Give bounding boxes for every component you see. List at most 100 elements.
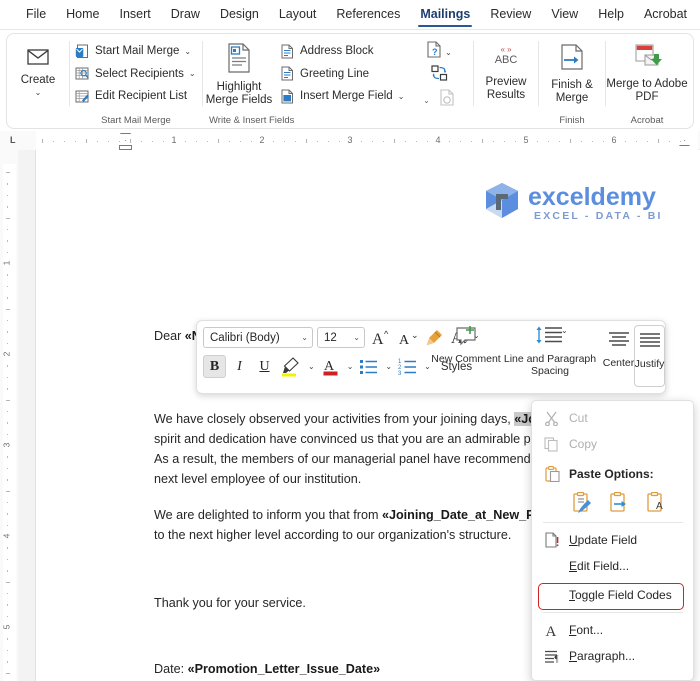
highlight-merge-fields-button[interactable]: Highlight Merge Fields — [203, 34, 275, 110]
tab-layout[interactable]: Layout — [269, 3, 327, 26]
vertical-ruler-tick-dot — [7, 331, 9, 333]
rules-button[interactable]: ? ⌄ — [426, 41, 452, 62]
shrink-font-button[interactable]: A ⌄ — [396, 326, 419, 349]
italic-button[interactable]: I — [228, 355, 251, 378]
tab-draw[interactable]: Draw — [161, 3, 210, 26]
paste-merge-formatting-icon[interactable] — [609, 491, 629, 514]
justify-align-button[interactable]: Justify — [634, 325, 665, 387]
match-fields-button[interactable] — [430, 65, 448, 86]
bullets-button[interactable] — [357, 355, 381, 378]
numbering-button[interactable]: 1 2 3 — [396, 355, 420, 378]
tab-view[interactable]: View — [541, 3, 588, 26]
chevron-down-icon[interactable]: ⌄ — [35, 88, 42, 97]
font-name-combo[interactable]: Calibri (Body) ⌄ — [203, 327, 313, 348]
menu-item-update-field-label: Update Field — [569, 533, 638, 547]
tab-mailings[interactable]: Mailings — [410, 3, 480, 27]
chevron-down-icon[interactable]: ⌄ — [184, 47, 191, 56]
center-align-button[interactable]: Center — [603, 325, 634, 387]
ruler-tick-dot — [625, 141, 627, 143]
paragraph-1-line4[interactable]: next level employee of our institution. — [154, 469, 361, 489]
tab-references[interactable]: References — [326, 3, 410, 26]
menu-item-toggle-field-codes[interactable]: Toggle Field Codes — [532, 582, 693, 608]
salutation-prefix: Dear — [154, 329, 185, 343]
tab-file[interactable]: File — [16, 3, 56, 26]
paragraph-3-thanks[interactable]: Thank you for your service. — [154, 596, 306, 610]
chevron-down-icon[interactable]: ⌄ — [385, 362, 392, 371]
create-button[interactable]: Create ⌄ — [7, 34, 69, 97]
greeting-line-button[interactable]: Greeting Line — [275, 64, 410, 84]
group-label-start-mail-merge: Start Mail Merge — [101, 115, 171, 126]
highlight-color-button[interactable] — [278, 355, 304, 378]
start-mail-merge-button[interactable]: Start Mail Merge ⌄ — [70, 41, 202, 61]
vertical-ruler[interactable]: 1 2 3 4 5 — [0, 150, 18, 681]
menu-item-paste-options: Paste Options: — [532, 461, 693, 487]
chevron-down-icon[interactable]: ⌄ — [398, 92, 405, 101]
font-color-button[interactable]: A — [319, 355, 343, 378]
font-size-combo[interactable]: 12 ⌄ — [317, 327, 365, 348]
finish-and-merge-button[interactable]: Finish & Merge — [539, 34, 605, 104]
address-block-button[interactable]: Address Block — [275, 41, 410, 61]
cut-icon — [543, 410, 560, 427]
chevron-down-icon[interactable]: ⌄ — [423, 96, 430, 105]
merge-field-promotion-letter-issue-date[interactable]: «Promotion_Letter_Issue_Date» — [188, 662, 380, 676]
menu-item-cut[interactable]: Cut — [532, 405, 693, 431]
ruler-ticks: 1 2 3 4 5 6 — [36, 131, 700, 150]
merge-to-adobe-pdf-button[interactable]: Merge to Adobe PDF — [606, 34, 688, 103]
paragraph-2-line2[interactable]: to the next higher level according to ou… — [154, 525, 511, 545]
ruler-number: 5 — [523, 135, 529, 145]
ruler-tick-dot — [548, 141, 550, 143]
ruler-tick-dot — [163, 141, 165, 143]
chevron-down-icon[interactable]: ⌄ — [445, 48, 452, 57]
ribbon-group-start-mail-merge: Start Mail Merge ⌄ Select Recipients ⌄ E… — [70, 34, 202, 128]
tab-review[interactable]: Review — [480, 3, 541, 26]
tab-stop-marker[interactable]: L — [10, 135, 16, 145]
vertical-ruler-tick-dot — [7, 467, 9, 470]
ruler-tick-dot — [416, 141, 418, 143]
insert-merge-field-button[interactable]: Insert Merge Field ⌄ — [275, 86, 410, 106]
menu-item-paragraph[interactable]: ¶ Paragraph... — [532, 643, 693, 669]
ruler-tick-dot — [581, 141, 583, 143]
chevron-down-icon[interactable]: ⌄ — [347, 362, 354, 371]
chevron-down-icon[interactable]: ⌄ — [189, 69, 196, 78]
ruler-tick — [658, 139, 659, 143]
menu-item-copy[interactable]: Copy — [532, 431, 693, 457]
ruler-tick-dot — [97, 141, 99, 143]
svg-text:⌄: ⌄ — [411, 330, 418, 340]
line-and-paragraph-spacing-button[interactable]: ⌄ Line and Paragraph Spacing — [501, 325, 599, 377]
vertical-ruler-tick-dot — [7, 228, 9, 231]
ruler-tick — [482, 139, 483, 143]
tab-insert[interactable]: Insert — [110, 3, 161, 26]
paragraph-4-date[interactable]: Date: «Promotion_Letter_Issue_Date» — [154, 662, 380, 676]
tab-help[interactable]: Help — [588, 3, 634, 26]
tab-design[interactable]: Design — [210, 3, 269, 26]
chevron-down-icon[interactable]: ⌄ — [308, 362, 315, 371]
vertical-ruler-tick-dot — [7, 376, 9, 379]
bold-button[interactable]: B — [203, 355, 226, 378]
horizontal-ruler[interactable]: L 1 2 3 4 5 6 — [0, 131, 700, 150]
tab-acrobat[interactable]: Acrobat — [634, 3, 697, 26]
vertical-ruler-tick-dot — [7, 206, 9, 208]
paste-text-only-icon[interactable]: A — [646, 491, 666, 514]
grow-font-button[interactable]: A ^ — [369, 326, 392, 349]
line-spacing-icon: ⌄ — [534, 325, 568, 352]
new-comment-button[interactable]: New Comment — [431, 325, 501, 365]
chevron-down-icon[interactable]: ⌄ — [301, 333, 308, 342]
menu-item-update-field[interactable]: Update Field — [532, 527, 693, 553]
menu-item-edit-field[interactable]: Edit Field... — [532, 553, 693, 579]
chevron-down-icon[interactable]: ⌄ — [424, 362, 431, 371]
ruler-tick-dot — [559, 141, 561, 143]
merge-field-joining-date-at-new-position[interactable]: «Joining_Date_at_New_Posi — [382, 508, 553, 522]
paragraph-2[interactable]: We are delighted to inform you that from… — [154, 505, 553, 525]
underline-button[interactable]: U — [253, 355, 276, 378]
tab-home[interactable]: Home — [56, 3, 109, 26]
paste-keep-source-formatting-icon[interactable] — [572, 491, 592, 514]
preview-results-button[interactable]: « » ABC Preview Results — [474, 34, 538, 101]
menu-item-font[interactable]: A Font... — [532, 617, 693, 643]
chevron-down-icon[interactable]: ⌄ — [353, 333, 360, 342]
ruler-number: 1 — [171, 135, 177, 145]
svg-text:ABC: ABC — [495, 54, 518, 66]
edit-recipient-list-button[interactable]: Edit Recipient List — [70, 86, 202, 106]
paragraph-1-line3[interactable]: As a result, the members of our manageri… — [154, 449, 538, 469]
vertical-ruler-tick-dot — [7, 285, 9, 288]
select-recipients-button[interactable]: Select Recipients ⌄ — [70, 64, 202, 84]
